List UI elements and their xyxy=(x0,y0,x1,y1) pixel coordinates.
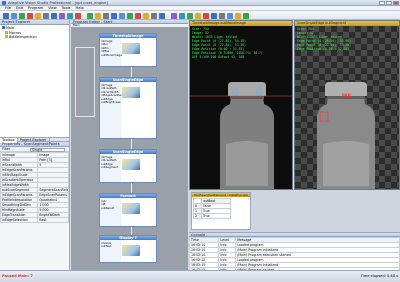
tool-thumbnail xyxy=(122,245,141,256)
tool-block[interactable]: ThresholdImage inImage inRoi inMin inMax outM… xyxy=(99,33,157,67)
property-name: inEdgeScanParams xyxy=(0,167,39,173)
toolbar-button[interactable] xyxy=(227,12,233,19)
image-view-right[interactable]: ScanSingleEdge.outSegment Scan: 754 Image… xyxy=(294,20,400,190)
toolbar-button[interactable] xyxy=(135,12,141,19)
toolbar-button[interactable] xyxy=(35,12,41,19)
filter-input[interactable]: Single xyxy=(30,147,65,152)
toolbar-button[interactable] xyxy=(203,12,209,19)
data-preview-grid: outBool 0 False 1 True 2 True xyxy=(193,198,231,219)
toolbar-button[interactable] xyxy=(143,12,149,19)
editor-canvas: ThresholdImage inImage inRoi inMin inMax outM… xyxy=(71,27,188,270)
tool-param[interactable]: outText xyxy=(101,244,111,248)
tool-thumbnail xyxy=(122,87,141,98)
overlay-left: Scan: 754 Image: 52 Width: 1033 Ligm: test… xyxy=(192,27,263,59)
tool-body: inA inB outResult xyxy=(100,198,156,226)
toolbar-button[interactable] xyxy=(87,12,93,19)
toolbar-button[interactable] xyxy=(195,12,201,19)
property-name: inGradientOperator xyxy=(0,177,39,183)
overlay-line: AVF 1.100 200 Output 43, 100 xyxy=(192,55,245,59)
toolbar-button[interactable] xyxy=(75,12,81,19)
connection-lines xyxy=(75,47,95,117)
close-button[interactable] xyxy=(393,1,399,5)
row-index: 2 xyxy=(193,213,202,219)
toolbar-button[interactable] xyxy=(171,12,177,19)
toolbar-button[interactable] xyxy=(187,12,193,19)
tool-thumbnail xyxy=(122,203,141,214)
tool-thumbnail xyxy=(122,43,141,54)
window-title: Adaptive Vision Studio Professional - [o… xyxy=(8,0,108,5)
property-name: ProfileInterpolation xyxy=(0,197,39,203)
toolbar-button[interactable] xyxy=(127,12,133,19)
tool-body: inValue outText xyxy=(100,240,156,262)
toolbar-button[interactable] xyxy=(95,12,101,19)
filter-label: Filter xyxy=(2,147,11,151)
status-bar: Paused Main: 7 Time elapsed: 0.48 s xyxy=(0,270,400,282)
maximize-button[interactable] xyxy=(386,1,392,5)
tool-body: inImage inScanPath outEdge outSegment xyxy=(100,154,156,182)
overlay-right: Scan: 754 Image: 52 Width: 1033 Ligm: test… xyxy=(297,27,351,51)
data-preview-window[interactable]: TestSpecifiedElement - DataPreview outBo… xyxy=(191,192,251,230)
folder-icon xyxy=(5,35,8,38)
tool-block[interactable]: ScanSingleEdge inImage inScanPath inScanWid… xyxy=(99,77,157,139)
tool-param[interactable]: outMonoImage xyxy=(101,53,122,57)
properties-grid: inImage Image inRoi Path [3] inScanWidth 5 inE… xyxy=(0,152,69,223)
tool-body: inImage inScanPath inScanWidth inEdgeScanPa… xyxy=(100,82,156,138)
toolbar-button[interactable] xyxy=(43,12,49,19)
tool-param[interactable]: outResult xyxy=(101,206,114,210)
toolbar-button[interactable] xyxy=(219,12,225,19)
data-preview-panel: TestSpecifiedElement - DataPreview outBo… xyxy=(189,190,400,232)
folder-icon xyxy=(5,30,8,34)
fail-label: FAIL xyxy=(342,93,352,98)
property-value[interactable]: EdgeScanParams xyxy=(37,192,69,198)
toolbar-button[interactable] xyxy=(119,12,125,19)
toolbar-button[interactable] xyxy=(111,12,117,19)
tool-thumbnail xyxy=(122,159,141,170)
toolbar-button[interactable] xyxy=(103,12,109,19)
toolbar-button[interactable] xyxy=(59,12,65,19)
tool-block[interactable]: Display ? inValue outText xyxy=(99,235,157,263)
project-item-bottle[interactable]: BottleInspection xyxy=(2,35,67,40)
tool-param[interactable]: outSegment xyxy=(101,165,118,169)
toolbar-button[interactable] xyxy=(19,12,25,19)
property-value[interactable]: Best xyxy=(37,217,69,223)
tool-body: inImage inRoi inMin inMax outMonoImage xyxy=(100,38,156,66)
table-row[interactable]: 2 True xyxy=(193,213,231,219)
toolbar-button[interactable] xyxy=(151,12,157,19)
status-left: Paused Main: 7 xyxy=(2,274,33,278)
overlay-line: Edge Position (0.00 : 52.35) xyxy=(297,47,350,51)
toolbar-button[interactable] xyxy=(3,12,9,19)
program-icon xyxy=(2,26,5,29)
project-explorer: Main Macros BottleInspection xyxy=(0,25,69,137)
left-panel: Project Explorer Main Macros BottleInspe… xyxy=(0,20,70,270)
toolbar-button[interactable] xyxy=(159,12,165,19)
console-panel: Console Time Level Message 16:02:14 Info Load… xyxy=(189,232,400,270)
data-preview-title: TestSpecifiedElement - DataPreview xyxy=(192,193,250,197)
minimize-button[interactable] xyxy=(379,1,385,5)
toolbar-button[interactable] xyxy=(27,12,33,19)
toolbar-button[interactable] xyxy=(67,12,73,19)
toolbar xyxy=(0,11,400,20)
property-row[interactable]: inEdgeSelection Best xyxy=(0,217,69,223)
status-right: Time elapsed: 0.48 s xyxy=(360,274,398,278)
app-icon xyxy=(2,1,6,5)
property-value[interactable]: SegmentScanField xyxy=(37,187,69,193)
program-editor: Program Editor - Start Main ThresholdIma… xyxy=(71,20,188,270)
tool-block[interactable]: ScanSingleEdge inImage inScanPath outEdge ou… xyxy=(99,149,157,183)
toolbar-button[interactable] xyxy=(11,12,17,19)
toolbar-button[interactable] xyxy=(211,12,217,19)
property-name: inEdgeSelection xyxy=(0,217,39,223)
tool-block[interactable]: Formula inA inB outResult xyxy=(99,193,157,227)
property-name: inEdgeScanParams xyxy=(0,192,39,198)
image-view-left[interactable]: ThresholdImage.outMonoImage Scan: 754 Ima… xyxy=(189,20,293,190)
cell-value: True xyxy=(201,213,231,219)
toolbar-button[interactable] xyxy=(235,12,241,19)
console-grid: Time Level Message 16:02:14 Info Loaded progr… xyxy=(189,237,400,270)
tool-param[interactable]: outBrightness xyxy=(101,100,120,104)
toolbar-button[interactable] xyxy=(243,12,249,19)
toolbar-button[interactable] xyxy=(179,12,185,19)
toolbar-button[interactable] xyxy=(51,12,57,19)
